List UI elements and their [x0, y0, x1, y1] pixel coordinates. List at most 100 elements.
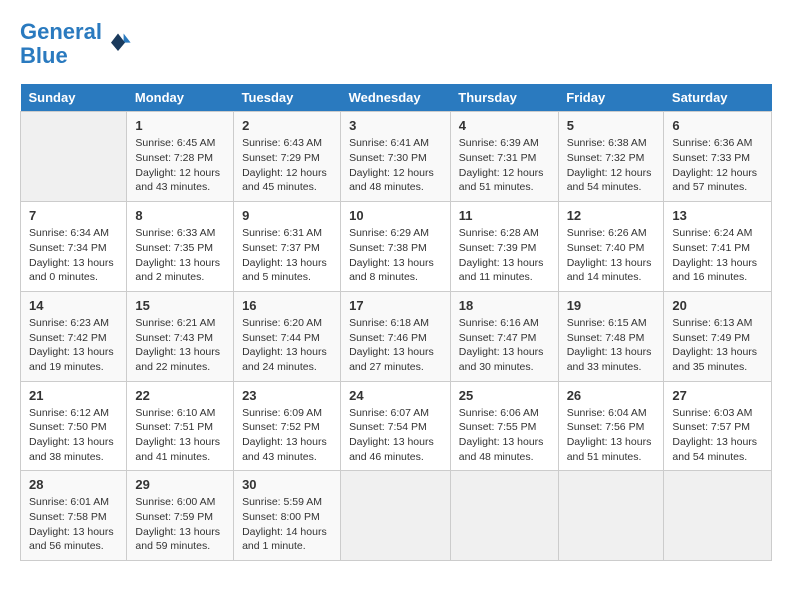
day-details: Sunrise: 6:20 AMSunset: 7:44 PMDaylight:… — [242, 316, 332, 375]
day-details: Sunrise: 6:16 AMSunset: 7:47 PMDaylight:… — [459, 316, 550, 375]
day-number: 13 — [672, 208, 763, 223]
day-number: 16 — [242, 298, 332, 313]
day-number: 3 — [349, 118, 442, 133]
day-number: 17 — [349, 298, 442, 313]
weekday-header-sunday: Sunday — [21, 84, 127, 112]
day-number: 8 — [135, 208, 225, 223]
day-details: Sunrise: 6:29 AMSunset: 7:38 PMDaylight:… — [349, 226, 442, 285]
calendar-cell: 1 Sunrise: 6:45 AMSunset: 7:28 PMDaylight… — [127, 112, 234, 202]
day-details: Sunrise: 6:45 AMSunset: 7:28 PMDaylight:… — [135, 136, 225, 195]
day-number: 4 — [459, 118, 550, 133]
calendar-cell: 12 Sunrise: 6:26 AMSunset: 7:40 PMDayligh… — [558, 202, 664, 292]
day-number: 11 — [459, 208, 550, 223]
day-number: 27 — [672, 388, 763, 403]
day-number: 30 — [242, 477, 332, 492]
day-details: Sunrise: 6:33 AMSunset: 7:35 PMDaylight:… — [135, 226, 225, 285]
day-number: 25 — [459, 388, 550, 403]
page-header: General Blue — [20, 20, 772, 68]
calendar-cell: 7 Sunrise: 6:34 AMSunset: 7:34 PMDaylight… — [21, 202, 127, 292]
weekday-header-thursday: Thursday — [450, 84, 558, 112]
day-details: Sunrise: 6:26 AMSunset: 7:40 PMDaylight:… — [567, 226, 656, 285]
calendar-week-row: 7 Sunrise: 6:34 AMSunset: 7:34 PMDaylight… — [21, 202, 772, 292]
calendar-cell: 30 Sunrise: 5:59 AMSunset: 8:00 PMDayligh… — [234, 471, 341, 561]
weekday-header-wednesday: Wednesday — [341, 84, 451, 112]
calendar-cell: 8 Sunrise: 6:33 AMSunset: 7:35 PMDaylight… — [127, 202, 234, 292]
calendar-cell: 29 Sunrise: 6:00 AMSunset: 7:59 PMDayligh… — [127, 471, 234, 561]
day-details: Sunrise: 6:34 AMSunset: 7:34 PMDaylight:… — [29, 226, 118, 285]
day-number: 5 — [567, 118, 656, 133]
calendar-cell: 16 Sunrise: 6:20 AMSunset: 7:44 PMDayligh… — [234, 291, 341, 381]
weekday-header-row: SundayMondayTuesdayWednesdayThursdayFrid… — [21, 84, 772, 112]
calendar-cell: 3 Sunrise: 6:41 AMSunset: 7:30 PMDaylight… — [341, 112, 451, 202]
logo-text: General Blue — [20, 20, 102, 68]
day-details: Sunrise: 6:38 AMSunset: 7:32 PMDaylight:… — [567, 136, 656, 195]
day-number: 20 — [672, 298, 763, 313]
day-details: Sunrise: 6:07 AMSunset: 7:54 PMDaylight:… — [349, 406, 442, 465]
calendar-cell: 9Sunrise: 6:31 AMSunset: 7:37 PMDaylight… — [234, 202, 341, 292]
calendar-week-row: 21 Sunrise: 6:12 AMSunset: 7:50 PMDayligh… — [21, 381, 772, 471]
day-details: Sunrise: 6:01 AMSunset: 7:58 PMDaylight:… — [29, 495, 118, 554]
day-number: 24 — [349, 388, 442, 403]
day-details: Sunrise: 6:41 AMSunset: 7:30 PMDaylight:… — [349, 136, 442, 195]
calendar-cell: 15Sunrise: 6:21 AMSunset: 7:43 PMDayligh… — [127, 291, 234, 381]
day-details: Sunrise: 6:06 AMSunset: 7:55 PMDaylight:… — [459, 406, 550, 465]
calendar-cell: 28 Sunrise: 6:01 AMSunset: 7:58 PMDayligh… — [21, 471, 127, 561]
day-number: 29 — [135, 477, 225, 492]
calendar-cell: 24 Sunrise: 6:07 AMSunset: 7:54 PMDayligh… — [341, 381, 451, 471]
day-number: 23 — [242, 388, 332, 403]
day-details: Sunrise: 6:15 AMSunset: 7:48 PMDaylight:… — [567, 316, 656, 375]
day-number: 12 — [567, 208, 656, 223]
calendar-cell: 18 Sunrise: 6:16 AMSunset: 7:47 PMDayligh… — [450, 291, 558, 381]
day-details: Sunrise: 6:21 AMSunset: 7:43 PMDaylight:… — [135, 316, 225, 375]
calendar-cell — [664, 471, 772, 561]
day-number: 21 — [29, 388, 118, 403]
weekday-header-friday: Friday — [558, 84, 664, 112]
day-number: 1 — [135, 118, 225, 133]
day-number: 14 — [29, 298, 118, 313]
calendar-week-row: 1 Sunrise: 6:45 AMSunset: 7:28 PMDaylight… — [21, 112, 772, 202]
calendar-cell: 23 Sunrise: 6:09 AMSunset: 7:52 PMDayligh… — [234, 381, 341, 471]
day-number: 19 — [567, 298, 656, 313]
day-number: 28 — [29, 477, 118, 492]
calendar-cell: 13Sunrise: 6:24 AMSunset: 7:41 PMDayligh… — [664, 202, 772, 292]
day-number: 26 — [567, 388, 656, 403]
day-details: Sunrise: 6:28 AMSunset: 7:39 PMDaylight:… — [459, 226, 550, 285]
day-number: 22 — [135, 388, 225, 403]
calendar-cell: 22 Sunrise: 6:10 AMSunset: 7:51 PMDayligh… — [127, 381, 234, 471]
logo: General Blue — [20, 20, 132, 68]
calendar-cell: 4Sunrise: 6:39 AMSunset: 7:31 PMDaylight… — [450, 112, 558, 202]
day-details: Sunrise: 6:04 AMSunset: 7:56 PMDaylight:… — [567, 406, 656, 465]
day-details: Sunrise: 6:13 AMSunset: 7:49 PMDaylight:… — [672, 316, 763, 375]
calendar-cell: 27 Sunrise: 6:03 AMSunset: 7:57 PMDayligh… — [664, 381, 772, 471]
day-number: 7 — [29, 208, 118, 223]
day-details: Sunrise: 6:23 AMSunset: 7:42 PMDaylight:… — [29, 316, 118, 375]
day-details: Sunrise: 6:12 AMSunset: 7:50 PMDaylight:… — [29, 406, 118, 465]
day-number: 10 — [349, 208, 442, 223]
calendar-cell: 19 Sunrise: 6:15 AMSunset: 7:48 PMDayligh… — [558, 291, 664, 381]
calendar-cell: 6 Sunrise: 6:36 AMSunset: 7:33 PMDaylight… — [664, 112, 772, 202]
calendar-cell: 14 Sunrise: 6:23 AMSunset: 7:42 PMDayligh… — [21, 291, 127, 381]
day-number: 18 — [459, 298, 550, 313]
day-details: Sunrise: 5:59 AMSunset: 8:00 PMDaylight:… — [242, 495, 332, 554]
day-details: Sunrise: 6:09 AMSunset: 7:52 PMDaylight:… — [242, 406, 332, 465]
day-details: Sunrise: 6:00 AMSunset: 7:59 PMDaylight:… — [135, 495, 225, 554]
calendar-cell — [21, 112, 127, 202]
calendar-cell: 2Sunrise: 6:43 AMSunset: 7:29 PMDaylight… — [234, 112, 341, 202]
day-number: 6 — [672, 118, 763, 133]
day-number: 9 — [242, 208, 332, 223]
calendar-cell: 10 Sunrise: 6:29 AMSunset: 7:38 PMDayligh… — [341, 202, 451, 292]
day-details: Sunrise: 6:43 AMSunset: 7:29 PMDaylight:… — [242, 136, 332, 195]
calendar-cell: 5 Sunrise: 6:38 AMSunset: 7:32 PMDaylight… — [558, 112, 664, 202]
day-details: Sunrise: 6:36 AMSunset: 7:33 PMDaylight:… — [672, 136, 763, 195]
logo-icon — [104, 30, 132, 58]
calendar-cell — [450, 471, 558, 561]
calendar-week-row: 28 Sunrise: 6:01 AMSunset: 7:58 PMDayligh… — [21, 471, 772, 561]
calendar-cell: 21 Sunrise: 6:12 AMSunset: 7:50 PMDayligh… — [21, 381, 127, 471]
day-details: Sunrise: 6:03 AMSunset: 7:57 PMDaylight:… — [672, 406, 763, 465]
calendar-cell: 20 Sunrise: 6:13 AMSunset: 7:49 PMDayligh… — [664, 291, 772, 381]
weekday-header-saturday: Saturday — [664, 84, 772, 112]
calendar-cell — [558, 471, 664, 561]
calendar-cell — [341, 471, 451, 561]
calendar-cell: 11 Sunrise: 6:28 AMSunset: 7:39 PMDayligh… — [450, 202, 558, 292]
day-details: Sunrise: 6:10 AMSunset: 7:51 PMDaylight:… — [135, 406, 225, 465]
